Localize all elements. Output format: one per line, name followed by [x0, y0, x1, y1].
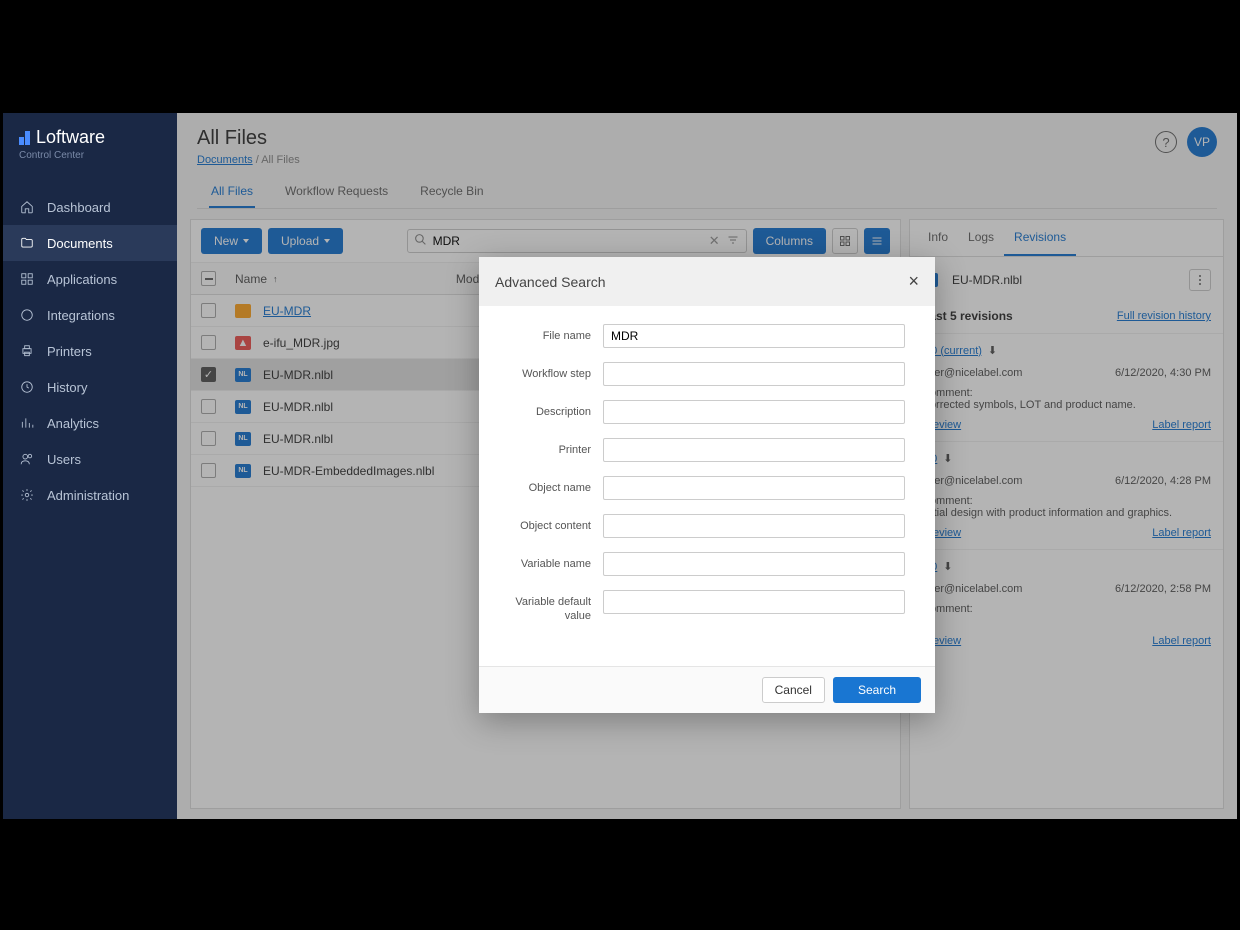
object-name-label: Object name [509, 476, 591, 495]
users-icon [19, 451, 35, 467]
sidebar-item-label: Documents [47, 236, 113, 251]
variable-name-label: Variable name [509, 552, 591, 571]
sidebar-item-label: Dashboard [47, 200, 111, 215]
modal-footer: Cancel Search [479, 666, 935, 713]
sidebar-item-integrations[interactable]: Integrations [3, 297, 177, 333]
modal-title: Advanced Search [495, 274, 606, 290]
sidebar-item-administration[interactable]: Administration [3, 477, 177, 513]
sidebar-item-label: Integrations [47, 308, 115, 323]
main-area: All Files Documents / All Files ? VP All… [177, 113, 1237, 819]
app-window: Loftware Control Center Dashboard Docume… [3, 113, 1237, 819]
sidebar-nav: Dashboard Documents Applications Integra… [3, 189, 177, 513]
workflow-step-input[interactable] [603, 362, 905, 386]
sidebar-item-users[interactable]: Users [3, 441, 177, 477]
sidebar-item-label: Analytics [47, 416, 99, 431]
sidebar-item-history[interactable]: History [3, 369, 177, 405]
brand-logo: Loftware Control Center [3, 113, 177, 169]
sidebar-item-label: Administration [47, 488, 129, 503]
variable-default-label: Variable default value [509, 590, 591, 624]
logo-icon [19, 131, 30, 145]
cancel-button[interactable]: Cancel [762, 677, 825, 703]
integrations-icon [19, 307, 35, 323]
object-content-label: Object content [509, 514, 591, 533]
description-label: Description [509, 400, 591, 419]
history-icon [19, 379, 35, 395]
sidebar: Loftware Control Center Dashboard Docume… [3, 113, 177, 819]
file-name-input[interactable] [603, 324, 905, 348]
modal-body: File name Workflow step Description Prin… [479, 306, 935, 666]
sidebar-item-applications[interactable]: Applications [3, 261, 177, 297]
workflow-step-label: Workflow step [509, 362, 591, 381]
gear-icon [19, 487, 35, 503]
brand-subtitle: Control Center [19, 150, 161, 161]
variable-default-input[interactable] [603, 590, 905, 614]
home-icon [19, 199, 35, 215]
object-name-input[interactable] [603, 476, 905, 500]
sidebar-item-label: History [47, 380, 87, 395]
folder-icon [19, 235, 35, 251]
description-input[interactable] [603, 400, 905, 424]
file-name-label: File name [509, 324, 591, 343]
modal-header: Advanced Search × [479, 257, 935, 306]
analytics-icon [19, 415, 35, 431]
printer-icon [19, 343, 35, 359]
sidebar-item-analytics[interactable]: Analytics [3, 405, 177, 441]
close-icon[interactable]: × [908, 271, 919, 292]
sidebar-item-label: Users [47, 452, 81, 467]
printer-input[interactable] [603, 438, 905, 462]
variable-name-input[interactable] [603, 552, 905, 576]
sidebar-item-label: Applications [47, 272, 117, 287]
sidebar-item-dashboard[interactable]: Dashboard [3, 189, 177, 225]
printer-label: Printer [509, 438, 591, 457]
sidebar-item-printers[interactable]: Printers [3, 333, 177, 369]
search-button[interactable]: Search [833, 677, 921, 703]
advanced-search-modal: Advanced Search × File name Workflow ste… [479, 257, 935, 713]
sidebar-item-documents[interactable]: Documents [3, 225, 177, 261]
sidebar-item-label: Printers [47, 344, 92, 359]
brand-name: Loftware [36, 127, 105, 148]
apps-icon [19, 271, 35, 287]
modal-overlay: Advanced Search × File name Workflow ste… [177, 113, 1237, 819]
object-content-input[interactable] [603, 514, 905, 538]
